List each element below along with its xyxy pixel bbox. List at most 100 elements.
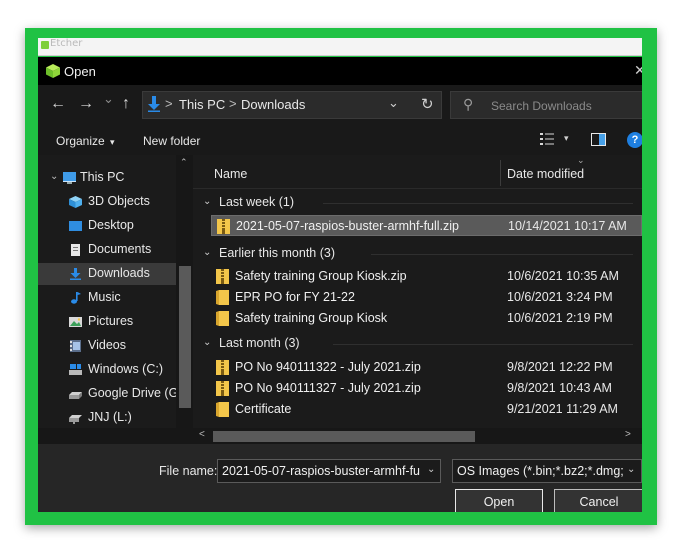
address-bar[interactable]: > This PC > Downloads ⌄ ↻ bbox=[142, 91, 442, 119]
caret-down-icon: ▾ bbox=[110, 137, 115, 147]
drive-icon bbox=[69, 364, 82, 375]
file-date: 10/6/2021 2:19 PM bbox=[507, 311, 613, 325]
downloads-icon bbox=[70, 268, 81, 280]
file-date: 9/21/2021 11:29 AM bbox=[507, 402, 618, 416]
sidebar-item-windows-c[interactable]: Windows (C:) bbox=[38, 359, 176, 381]
help-icon[interactable]: ? bbox=[627, 132, 642, 148]
group-label: Last month (3) bbox=[219, 336, 300, 350]
chevron-down-icon[interactable]: ⌄ bbox=[427, 464, 435, 475]
forward-arrow-icon[interactable]: → bbox=[78, 95, 94, 113]
organize-label: Organize bbox=[56, 134, 105, 148]
group-header-last-week[interactable]: ⌄ Last week (1) bbox=[193, 192, 642, 214]
background-window-title: Etcher bbox=[50, 38, 83, 49]
group-collapse-icon: ⌄ bbox=[203, 196, 212, 207]
file-type-value: OS Images (*.bin;*.bz2;*.dmg;*. bbox=[457, 464, 623, 478]
organize-menu[interactable]: Organize ▾ bbox=[56, 134, 115, 148]
sidebar-item-label: 3D Objects bbox=[88, 194, 150, 208]
details-view-icon[interactable] bbox=[540, 132, 554, 146]
view-options-caret-icon[interactable]: ▾ bbox=[564, 133, 569, 144]
horizontal-scrollbar-thumb[interactable] bbox=[213, 431, 475, 442]
group-header-last-month[interactable]: ⌄ Last month (3) bbox=[193, 333, 642, 355]
sidebar-scrollbar-thumb[interactable] bbox=[179, 266, 191, 408]
network-drive-icon bbox=[69, 415, 82, 424]
dialog-title: Open bbox=[64, 64, 96, 79]
sidebar-item-downloads[interactable]: Downloads bbox=[38, 263, 176, 285]
scroll-up-icon[interactable]: ⌃ bbox=[180, 157, 188, 168]
sidebar-item-jnj-l[interactable]: JNJ (L:) bbox=[38, 407, 176, 429]
file-row[interactable]: Certificate 9/21/2021 11:29 AM bbox=[211, 399, 642, 420]
drive-icon bbox=[69, 392, 82, 399]
search-box[interactable]: ⚲ Search Downloads bbox=[450, 91, 642, 119]
file-row[interactable]: EPR PO for FY 21-22 10/6/2021 3:24 PM bbox=[211, 287, 642, 308]
preview-pane-icon[interactable] bbox=[591, 133, 606, 146]
sidebar-item-videos[interactable]: Videos bbox=[38, 335, 176, 357]
etcher-app-icon bbox=[41, 41, 49, 49]
close-icon[interactable]: ✕ bbox=[634, 62, 642, 79]
sidebar-item-music[interactable]: Music bbox=[38, 287, 176, 309]
file-name: Safety training Group Kiosk.zip bbox=[235, 269, 407, 283]
file-date: 10/14/2021 10:17 AM bbox=[508, 219, 627, 233]
search-placeholder: Search Downloads bbox=[491, 99, 592, 113]
file-row[interactable]: PO No 940111327 - July 2021.zip 9/8/2021… bbox=[211, 378, 642, 399]
breadcrumb-this-pc[interactable]: This PC bbox=[179, 97, 225, 112]
etcher-cube-icon bbox=[46, 64, 60, 78]
navigation-bar: ← → ⌄ ↑ > This PC > Downloads ⌄ ↻ ⚲ Sear… bbox=[38, 85, 642, 125]
recent-locations-icon[interactable]: ⌄ bbox=[103, 91, 114, 107]
music-icon bbox=[71, 292, 81, 304]
sidebar-item-documents[interactable]: Documents bbox=[38, 239, 176, 261]
file-date: 9/8/2021 10:43 AM bbox=[507, 381, 612, 395]
group-divider bbox=[371, 254, 633, 255]
collapse-chevron-icon[interactable]: ⌄ bbox=[50, 171, 58, 182]
file-name-field[interactable]: 2021-05-07-raspios-buster-armhf-full.zip… bbox=[217, 459, 441, 483]
new-folder-button[interactable]: New folder bbox=[143, 134, 200, 148]
dialog-titlebar: Open ✕ bbox=[38, 57, 642, 85]
file-name: EPR PO for FY 21-22 bbox=[235, 290, 355, 304]
scroll-left-icon[interactable]: < bbox=[199, 429, 205, 440]
file-row[interactable]: Safety training Group Kiosk 10/6/2021 2:… bbox=[211, 308, 642, 329]
group-header-earlier-this-month[interactable]: ⌄ Earlier this month (3) bbox=[193, 243, 642, 265]
file-row[interactable]: PO No 940111322 - July 2021.zip 9/8/2021… bbox=[211, 357, 642, 378]
column-divider[interactable] bbox=[500, 160, 501, 186]
folder-icon bbox=[216, 402, 229, 417]
sidebar-item-3d-objects[interactable]: 3D Objects bbox=[38, 191, 176, 213]
chevron-down-icon[interactable]: ⌄ bbox=[627, 464, 635, 475]
dialog-footer: File name: 2021-05-07-raspios-buster-arm… bbox=[38, 444, 642, 512]
computer-icon bbox=[63, 172, 76, 184]
videos-icon bbox=[70, 340, 81, 352]
file-type-select[interactable]: OS Images (*.bin;*.bz2;*.dmg;*. ⌄ bbox=[452, 459, 642, 483]
file-date: 10/6/2021 10:35 AM bbox=[507, 269, 619, 283]
refresh-icon[interactable]: ↻ bbox=[421, 95, 434, 113]
sidebar-scrollbar[interactable]: ⌃ ⌄ bbox=[176, 155, 193, 444]
sidebar-item-label: Music bbox=[88, 290, 121, 304]
file-list-horizontal-scrollbar[interactable]: < > bbox=[193, 428, 642, 444]
file-name-value: 2021-05-07-raspios-buster-armhf-full.zip bbox=[222, 464, 420, 478]
sidebar-item-label: Desktop bbox=[88, 218, 134, 232]
breadcrumb-downloads[interactable]: Downloads bbox=[241, 97, 305, 112]
file-row[interactable]: Safety training Group Kiosk.zip 10/6/202… bbox=[211, 266, 642, 287]
sidebar-item-desktop[interactable]: Desktop bbox=[38, 215, 176, 237]
sidebar-item-pictures[interactable]: Pictures bbox=[38, 311, 176, 333]
download-arrow-icon bbox=[148, 96, 160, 112]
zip-folder-icon bbox=[216, 381, 229, 396]
file-name-label: File name: bbox=[159, 464, 218, 478]
folder-icon bbox=[216, 311, 229, 326]
file-date: 10/6/2021 3:24 PM bbox=[507, 290, 613, 304]
up-arrow-icon[interactable]: ↑ bbox=[122, 95, 130, 113]
column-headers: Name ⌄ Date modified bbox=[193, 155, 642, 189]
sidebar-item-label: This PC bbox=[80, 170, 125, 184]
column-header-date-modified[interactable]: Date modified bbox=[507, 167, 584, 181]
sidebar-item-this-pc[interactable]: ⌄ This PC bbox=[38, 167, 176, 189]
file-row[interactable]: 2021-05-07-raspios-buster-armhf-full.zip… bbox=[211, 215, 642, 236]
open-button[interactable]: Open bbox=[455, 489, 543, 512]
breadcrumb-separator: > bbox=[165, 96, 173, 111]
sidebar-item-google-drive[interactable]: Google Drive (G: bbox=[38, 383, 182, 405]
back-arrow-icon[interactable]: ← bbox=[50, 95, 66, 113]
column-header-name[interactable]: Name bbox=[214, 167, 247, 181]
navigation-pane: ⌄ This PC 3D Objects Desktop Documents D… bbox=[38, 155, 193, 444]
file-name: Certificate bbox=[235, 402, 292, 416]
group-label: Earlier this month (3) bbox=[219, 246, 336, 260]
pictures-icon bbox=[69, 317, 82, 327]
address-dropdown-icon[interactable]: ⌄ bbox=[388, 95, 399, 111]
scroll-right-icon[interactable]: > bbox=[625, 429, 631, 440]
cancel-button[interactable]: Cancel bbox=[554, 489, 642, 512]
